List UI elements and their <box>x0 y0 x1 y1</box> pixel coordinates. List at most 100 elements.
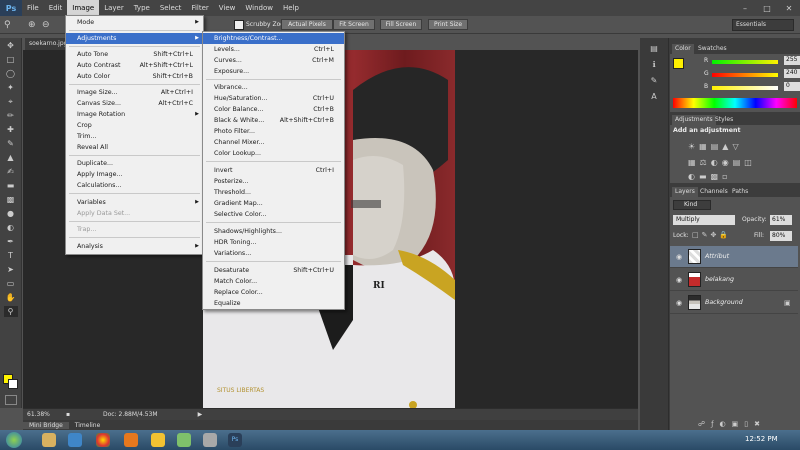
menu-item-mode[interactable]: Mode ▶ <box>66 17 203 28</box>
path-select-tool-icon[interactable]: ➤ <box>4 264 18 275</box>
tab-color[interactable]: Color <box>672 44 694 54</box>
adjustment-icons-row-2[interactable]: ▦⚖◐◉▤◫ <box>688 158 784 170</box>
status-menu-arrow-icon[interactable]: ▶ <box>158 411 203 418</box>
menu-item-channel-mixer[interactable]: Channel Mixer... <box>203 137 344 148</box>
menu-item-selective-color[interactable]: Selective Color... <box>203 209 344 220</box>
layer-name[interactable]: Background <box>705 299 784 306</box>
channel-r-slider[interactable] <box>712 60 778 64</box>
healing-tool-icon[interactable]: ✚ <box>4 124 18 135</box>
lasso-tool-icon[interactable]: ◯ <box>4 68 18 79</box>
messenger-icon[interactable] <box>151 433 165 447</box>
zoom-level[interactable]: 61.38% <box>23 411 63 418</box>
channel-g-value[interactable]: 240 <box>784 69 800 78</box>
character-panel-icon[interactable]: A <box>647 92 661 102</box>
chrome-icon[interactable] <box>96 433 110 447</box>
layer-name[interactable]: Attribut <box>705 253 729 260</box>
menu-item-photo-filter[interactable]: Photo Filter... <box>203 126 344 137</box>
crop-tool-icon[interactable]: ⌖ <box>4 96 18 107</box>
menu-file[interactable]: File <box>22 0 44 16</box>
zoom-out-icon[interactable]: ⊖ <box>42 19 54 31</box>
menu-help[interactable]: Help <box>278 0 304 16</box>
channel-b-value[interactable]: 0 <box>784 82 800 91</box>
layer-row-background[interactable]: ◉ Background ▣ <box>670 292 798 314</box>
menu-item-crop[interactable]: Crop <box>66 120 203 131</box>
menu-item-match-color[interactable]: Match Color... <box>203 276 344 287</box>
menu-item-color-balance[interactable]: Color Balance... Ctrl+B <box>203 104 344 115</box>
menu-item-shadows-highlights[interactable]: Shadows/Highlights... <box>203 226 344 237</box>
actual-pixels-button[interactable]: Actual Pixels <box>281 19 333 30</box>
shape-tool-icon[interactable]: ▭ <box>4 278 18 289</box>
lock-icons[interactable]: □✎✥🔒 <box>692 231 742 241</box>
brush-tool-icon[interactable]: ✎ <box>4 138 18 149</box>
menu-item-hue-saturation[interactable]: Hue/Saturation... Ctrl+U <box>203 93 344 104</box>
hand-tool-icon[interactable]: ✋ <box>4 292 18 303</box>
menu-item-trim[interactable]: Trim... <box>66 131 203 142</box>
tab-styles[interactable]: Styles <box>712 115 736 125</box>
menu-item-calculations[interactable]: Calculations... <box>66 180 203 191</box>
channel-b-slider[interactable] <box>712 86 778 90</box>
menu-item-image-size[interactable]: Image Size... Alt+Ctrl+I <box>66 87 203 98</box>
menu-filter[interactable]: Filter <box>186 0 213 16</box>
visibility-eye-icon[interactable]: ◉ <box>670 276 688 284</box>
menu-item-reveal-all[interactable]: Reveal All <box>66 142 203 153</box>
print-size-button[interactable]: Print Size <box>428 19 468 30</box>
media-player-icon[interactable] <box>68 433 82 447</box>
file-explorer-icon[interactable] <box>42 433 56 447</box>
stamp-tool-icon[interactable]: ▲ <box>4 152 18 163</box>
color-spectrum[interactable] <box>673 98 797 108</box>
opacity-input[interactable]: 61% <box>770 215 792 225</box>
layer-row-belakang[interactable]: ◉ belakang <box>670 269 798 291</box>
menu-item-posterize[interactable]: Posterize... <box>203 176 344 187</box>
menu-item-curves[interactable]: Curves... Ctrl+M <box>203 55 344 66</box>
menu-item-auto-color[interactable]: Auto Color Shift+Ctrl+B <box>66 71 203 82</box>
fit-screen-button[interactable]: Fit Screen <box>333 19 375 30</box>
close-icon[interactable]: ✕ <box>778 0 800 16</box>
layer-row-attribut[interactable]: ◉ Attribut <box>670 246 798 268</box>
maximize-icon[interactable]: □ <box>756 0 778 16</box>
dodge-tool-icon[interactable]: ◐ <box>4 222 18 233</box>
menu-item-image-rotation[interactable]: Image Rotation ▶ <box>66 109 203 120</box>
history-brush-tool-icon[interactable]: ✍ <box>4 166 18 177</box>
layer-filter-kind[interactable]: Kind <box>673 200 711 210</box>
app-icon[interactable] <box>177 433 191 447</box>
visibility-eye-icon[interactable]: ◉ <box>670 253 688 261</box>
pen-tool-icon[interactable]: ✒ <box>4 236 18 247</box>
adjustment-icons-row-3[interactable]: ◐▬▩▫ <box>688 172 784 182</box>
workspace-select[interactable]: Essentials <box>732 19 794 31</box>
menu-item-invert[interactable]: Invert Ctrl+I <box>203 165 344 176</box>
menu-item-variables[interactable]: Variables ▶ <box>66 197 203 208</box>
visibility-eye-icon[interactable]: ◉ <box>670 299 688 307</box>
fill-input[interactable]: 80% <box>770 231 792 241</box>
menu-item-canvas-size[interactable]: Canvas Size... Alt+Ctrl+C <box>66 98 203 109</box>
fg-color-swatch[interactable] <box>673 58 684 69</box>
background-color-swatch[interactable] <box>8 379 18 389</box>
menu-item-vibrance[interactable]: Vibrance... <box>203 82 344 93</box>
menu-item-apply-image[interactable]: Apply Image... <box>66 169 203 180</box>
menu-item-brightness-contrast[interactable]: Brightness/Contrast... <box>203 33 344 44</box>
brush-panel-icon[interactable]: ✎ <box>647 76 661 86</box>
menu-item-color-lookup[interactable]: Color Lookup... <box>203 148 344 159</box>
menu-item-threshold[interactable]: Threshold... <box>203 187 344 198</box>
gradient-tool-icon[interactable]: ▩ <box>4 194 18 205</box>
tab-timeline[interactable]: Timeline <box>69 422 107 429</box>
scrubby-zoom-checkbox[interactable] <box>234 20 244 30</box>
zoom-in-icon[interactable]: ⊕ <box>28 19 40 31</box>
properties-panel-icon[interactable]: ℹ <box>647 60 661 70</box>
menu-item-auto-tone[interactable]: Auto Tone Shift+Ctrl+L <box>66 49 203 60</box>
menu-item-desaturate[interactable]: Desaturate Shift+Ctrl+U <box>203 265 344 276</box>
menu-view[interactable]: View <box>214 0 241 16</box>
tab-mini-bridge[interactable]: Mini Bridge <box>23 421 69 429</box>
tab-adjustments[interactable]: Adjustments <box>672 115 716 125</box>
photoshop-taskbar-icon[interactable]: Ps <box>228 433 242 447</box>
move-tool-icon[interactable]: ✥ <box>4 40 18 51</box>
type-tool-icon[interactable]: T <box>4 250 18 261</box>
menu-layer[interactable]: Layer <box>99 0 129 16</box>
menu-item-equalize[interactable]: Equalize <box>203 298 344 309</box>
blend-mode-select[interactable]: Multiply <box>673 215 735 225</box>
app-icon-2[interactable] <box>203 433 217 447</box>
minimize-icon[interactable]: – <box>734 0 756 16</box>
channel-g-slider[interactable] <box>712 73 778 77</box>
quick-mask-icon[interactable] <box>5 395 17 405</box>
menu-window[interactable]: Window <box>240 0 278 16</box>
zoom-tool-icon[interactable]: ⚲ <box>4 19 18 31</box>
